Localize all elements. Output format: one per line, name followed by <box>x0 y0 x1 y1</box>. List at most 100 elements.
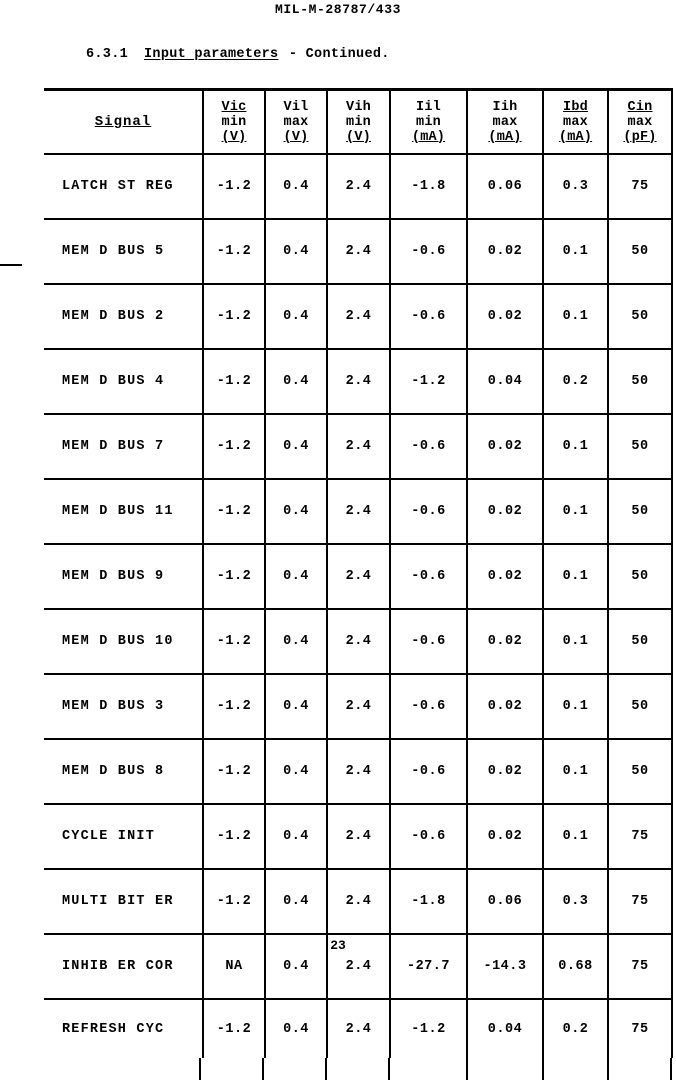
cell-signal: MEM D BUS 3 <box>44 674 204 740</box>
column-header-vic-min-line2: min <box>221 114 247 130</box>
table-row: CYCLE INIT -1.2 0.4 2.4 -0.6 0.02 0.1 75 <box>44 804 673 870</box>
cell-vic-min: -1.2 <box>203 609 266 675</box>
cell-cin-max: 50 <box>608 674 673 740</box>
rule-stub-iil-min <box>390 1058 468 1080</box>
cell-iih-max: 0.04 <box>467 999 544 1058</box>
cell-ibd-max: 0.2 <box>543 999 609 1058</box>
cell-ibd-max: 0.3 <box>543 869 609 935</box>
cell-vih-min: 2.4 <box>327 479 391 545</box>
section-continued-label: - Continued. <box>288 47 390 62</box>
cell-vil-max: 0.4 <box>265 219 328 285</box>
cell-vic-min: -1.2 <box>203 544 266 610</box>
column-header-cin-max-line3: (pF) <box>623 129 657 145</box>
cell-signal: CYCLE INIT <box>44 804 204 870</box>
cell-cin-max: 75 <box>608 999 673 1058</box>
column-header-iih-max-line1: Iih <box>492 99 518 115</box>
column-header-vih-min: Vih min (V) <box>327 88 391 155</box>
cell-iih-max: 0.02 <box>467 479 544 545</box>
rule-stub-cin-max <box>609 1058 672 1080</box>
cell-vic-min: -1.2 <box>203 674 266 740</box>
column-header-vic-min: Vic min (V) <box>203 88 266 155</box>
cell-vic-min: -1.2 <box>203 219 266 285</box>
column-header-iil-min: Iil min (mA) <box>390 88 468 155</box>
table-row: MEM D BUS 9 -1.2 0.4 2.4 -0.6 0.02 0.1 5… <box>44 544 673 610</box>
cell-vih-min: 2.4 <box>327 219 391 285</box>
cell-signal: MEM D BUS 10 <box>44 609 204 675</box>
rule-stub-vil-max <box>264 1058 327 1080</box>
column-header-cin-max: Cin max (pF) <box>608 88 673 155</box>
cell-vil-max: 0.4 <box>265 869 328 935</box>
column-header-ibd-max: Ibd max (mA) <box>543 88 609 155</box>
cell-vil-max: 0.4 <box>265 414 328 480</box>
column-header-vic-min-line3: (V) <box>221 129 247 145</box>
table-row: MEM D BUS 7 -1.2 0.4 2.4 -0.6 0.02 0.1 5… <box>44 414 673 480</box>
cell-vic-min: -1.2 <box>203 414 266 480</box>
column-header-ibd-max-line2: max <box>563 114 588 130</box>
rule-stub-signal <box>44 1058 202 1080</box>
cell-iih-max: 0.02 <box>467 804 544 870</box>
cell-vic-min: -1.2 <box>203 349 266 415</box>
rule-stub-ibd-max <box>544 1058 610 1080</box>
table-row: MEM D BUS 2 -1.2 0.4 2.4 -0.6 0.02 0.1 5… <box>44 284 673 350</box>
table-row: MEM D BUS 3 -1.2 0.4 2.4 -0.6 0.02 0.1 5… <box>44 674 673 740</box>
column-header-ibd-max-line1: Ibd <box>563 99 588 115</box>
cell-cin-max: 50 <box>608 219 673 285</box>
table-body: LATCH ST REG -1.2 0.4 2.4 -1.8 0.06 0.3 … <box>44 154 673 1058</box>
cell-iil-min: -0.6 <box>390 674 468 740</box>
cell-iil-min: -0.6 <box>390 544 468 610</box>
cell-vil-max: 0.4 <box>265 999 328 1058</box>
column-header-iih-max: Iih max (mA) <box>467 88 544 155</box>
cell-iih-max: 0.02 <box>467 544 544 610</box>
input-parameters-table: Signal Vic min (V) Vil max (V) Vih min (… <box>44 88 673 1058</box>
cell-cin-max: 75 <box>608 154 673 220</box>
column-header-vil-max: Vil max (V) <box>265 88 328 155</box>
cell-signal: MEM D BUS 5 <box>44 219 204 285</box>
table-row: MEM D BUS 5 -1.2 0.4 2.4 -0.6 0.02 0.1 5… <box>44 219 673 285</box>
cell-iih-max: 0.06 <box>467 869 544 935</box>
cell-vih-min: 2.4 <box>327 739 391 805</box>
cell-vih-min: 2.4 <box>327 869 391 935</box>
cell-vic-min: -1.2 <box>203 804 266 870</box>
cell-vic-min: -1.2 <box>203 284 266 350</box>
table-row: MEM D BUS 10 -1.2 0.4 2.4 -0.6 0.02 0.1 … <box>44 609 673 675</box>
column-header-vil-max-line2: max <box>283 114 309 130</box>
cell-vih-min: 2.4 <box>327 609 391 675</box>
cell-vih-min: 2.4 <box>327 349 391 415</box>
cell-iih-max: 0.02 <box>467 674 544 740</box>
column-header-iil-min-line3: (mA) <box>411 129 446 145</box>
cell-signal: MEM D BUS 4 <box>44 349 204 415</box>
cell-iil-min: -1.8 <box>390 869 468 935</box>
cell-iil-min: -0.6 <box>390 414 468 480</box>
column-header-iil-min-line1: Iil <box>416 99 441 115</box>
cell-cin-max: 75 <box>608 869 673 935</box>
column-header-signal: Signal <box>44 88 204 155</box>
cell-ibd-max: 0.1 <box>543 284 609 350</box>
column-header-iih-max-line3: (mA) <box>488 129 522 145</box>
table-row: MEM D BUS 4 -1.2 0.4 2.4 -1.2 0.04 0.2 5… <box>44 349 673 415</box>
column-header-cin-max-line1: Cin <box>627 99 653 115</box>
cell-signal: REFRESH CYC <box>44 999 204 1058</box>
cell-ibd-max: 0.1 <box>543 674 609 740</box>
cell-vih-min: 2.4 <box>327 544 391 610</box>
cell-vic-min: -1.2 <box>203 739 266 805</box>
input-parameters-table-wrapper: Signal Vic min (V) Vil max (V) Vih min (… <box>44 88 673 1080</box>
cell-signal: MEM D BUS 7 <box>44 414 204 480</box>
cell-iil-min: -0.6 <box>390 609 468 675</box>
table-row: REFRESH CYC -1.2 0.4 2.4 -1.2 0.04 0.2 7… <box>44 999 673 1058</box>
section-title: Input parameters <box>144 47 279 62</box>
cell-vil-max: 0.4 <box>265 479 328 545</box>
cell-vih-min: 2.4 <box>327 154 391 220</box>
cell-cin-max: 50 <box>608 284 673 350</box>
cell-iih-max: 0.02 <box>467 739 544 805</box>
cell-cin-max: 50 <box>608 414 673 480</box>
cell-cin-max: 50 <box>608 609 673 675</box>
column-header-iil-min-line2: min <box>416 114 441 130</box>
column-header-vil-max-line3: (V) <box>283 129 309 145</box>
cell-iih-max: 0.04 <box>467 349 544 415</box>
cell-vil-max: 0.4 <box>265 349 328 415</box>
table-row: LATCH ST REG -1.2 0.4 2.4 -1.8 0.06 0.3 … <box>44 154 673 220</box>
column-header-vih-min-line3: (V) <box>346 129 371 145</box>
cell-ibd-max: 0.2 <box>543 349 609 415</box>
cell-iil-min: -1.8 <box>390 154 468 220</box>
cell-vil-max: 0.4 <box>265 544 328 610</box>
